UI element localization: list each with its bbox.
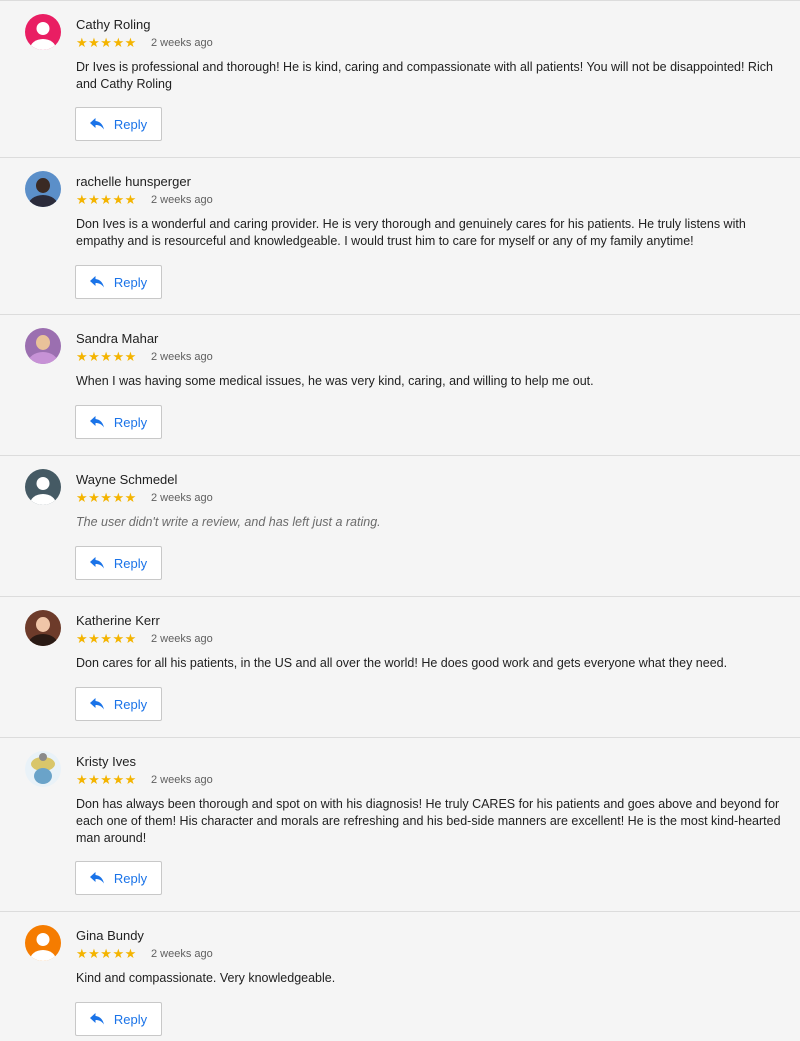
star-rating: ★★★★★ (76, 631, 137, 646)
default-avatar-icon (36, 22, 50, 35)
review-text: Don cares for all his patients, in the U… (76, 656, 728, 670)
star-rating: ★★★★★ (76, 490, 137, 505)
star-rating: ★★★★★ (76, 772, 137, 787)
reply-arrow-icon (89, 557, 104, 569)
avatar[interactable] (25, 610, 61, 646)
avatar[interactable] (25, 925, 61, 961)
reply-label: Reply (113, 555, 148, 571)
review-text: The user didn't write a review, and has … (76, 515, 381, 529)
review-card: Sandra Mahar ★★★★★ 2 weeks ago When I wa… (0, 314, 800, 455)
reply-button[interactable]: Reply (75, 1002, 162, 1036)
avatar[interactable] (25, 14, 61, 50)
reviewer-name[interactable]: Katherine Kerr (76, 613, 160, 628)
star-rating: ★★★★★ (76, 192, 137, 207)
reply-label: Reply (113, 274, 148, 290)
avatar[interactable] (25, 171, 61, 207)
review-date: 2 weeks ago (151, 37, 213, 49)
reply-label: Reply (113, 414, 148, 430)
review-text: Don Ives is a wonderful and caring provi… (76, 217, 746, 248)
reply-button[interactable]: Reply (75, 546, 162, 580)
reply-button[interactable]: Reply (75, 861, 162, 895)
reviewer-name[interactable]: Gina Bundy (76, 928, 144, 943)
reviewer-name[interactable]: Kristy Ives (76, 754, 136, 769)
reply-label: Reply (113, 696, 148, 712)
reply-button[interactable]: Reply (75, 687, 162, 721)
review-date: 2 weeks ago (151, 948, 213, 960)
review-date: 2 weeks ago (151, 492, 213, 504)
reply-label: Reply (113, 1011, 148, 1027)
review-text: When I was having some medical issues, h… (76, 374, 594, 388)
reviewer-name[interactable]: Wayne Schmedel (76, 472, 177, 487)
reviewer-name[interactable]: Sandra Mahar (76, 331, 158, 346)
star-rating: ★★★★★ (76, 35, 137, 50)
default-avatar-icon (36, 933, 50, 946)
review-date: 2 weeks ago (151, 351, 213, 363)
reply-arrow-icon (89, 872, 104, 884)
avatar[interactable] (25, 328, 61, 364)
reply-arrow-icon (89, 276, 104, 288)
star-rating: ★★★★★ (76, 349, 137, 364)
reply-label: Reply (113, 870, 148, 886)
review-date: 2 weeks ago (151, 774, 213, 786)
avatar[interactable] (25, 469, 61, 505)
star-rating: ★★★★★ (76, 946, 137, 961)
review-card: rachelle hunsperger ★★★★★ 2 weeks ago Do… (0, 157, 800, 314)
review-card: Katherine Kerr ★★★★★ 2 weeks ago Don car… (0, 596, 800, 737)
reviewer-name[interactable]: rachelle hunsperger (76, 174, 191, 189)
review-card: Gina Bundy ★★★★★ 2 weeks ago Kind and co… (0, 911, 800, 1041)
reply-button[interactable]: Reply (75, 405, 162, 439)
reply-arrow-icon (89, 118, 104, 130)
reviews-list: Cathy Roling ★★★★★ 2 weeks ago Dr Ives i… (0, 0, 800, 1041)
reply-button[interactable]: Reply (75, 265, 162, 299)
reply-arrow-icon (89, 416, 104, 428)
review-text: Dr Ives is professional and thorough! He… (76, 60, 773, 91)
review-date: 2 weeks ago (151, 633, 213, 645)
avatar[interactable] (25, 751, 61, 787)
reviewer-name[interactable]: Cathy Roling (76, 17, 150, 32)
reply-label: Reply (113, 116, 148, 132)
profile-photo-icon (36, 617, 50, 632)
review-card: Kristy Ives ★★★★★ 2 weeks ago Don has al… (0, 737, 800, 911)
reply-arrow-icon (89, 698, 104, 710)
default-avatar-icon (36, 477, 50, 490)
review-text: Don has always been thorough and spot on… (76, 797, 781, 845)
profile-photo-icon (36, 178, 50, 193)
reply-arrow-icon (89, 1013, 104, 1025)
review-card: Cathy Roling ★★★★★ 2 weeks ago Dr Ives i… (0, 0, 800, 157)
review-text: Kind and compassionate. Very knowledgeab… (76, 971, 336, 985)
review-date: 2 weeks ago (151, 194, 213, 206)
profile-photo-icon (36, 335, 50, 350)
review-card: Wayne Schmedel ★★★★★ 2 weeks ago The use… (0, 455, 800, 596)
reply-button[interactable]: Reply (75, 107, 162, 141)
